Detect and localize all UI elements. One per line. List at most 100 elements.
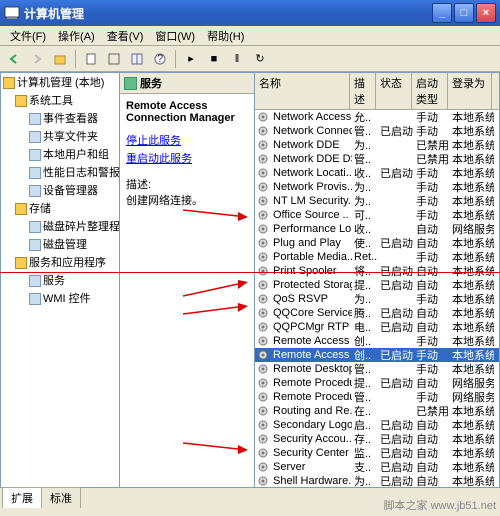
titlebar[interactable]: 计算机管理 _ □ × bbox=[0, 0, 500, 26]
service-row[interactable]: Security Center监..已启动自动本地系统 bbox=[255, 446, 499, 460]
cell-name: Network DDE bbox=[271, 139, 352, 151]
tree-item[interactable]: 磁盘管理 bbox=[1, 235, 119, 253]
menu-window[interactable]: 窗口(W) bbox=[149, 26, 201, 45]
service-row[interactable]: Remote Desktop..管..手动本地系统 bbox=[255, 362, 499, 376]
col-name[interactable]: 名称 bbox=[255, 73, 350, 109]
service-row[interactable]: Plug and Play使..已启动自动本地系统 bbox=[255, 236, 499, 250]
service-row[interactable]: Network DDE DSDM管..已禁用本地系统 bbox=[255, 152, 499, 166]
service-row[interactable]: Print Spooler将..已启动自动本地系统 bbox=[255, 264, 499, 278]
service-row[interactable]: Performance Lo..收..自动网络服务 bbox=[255, 222, 499, 236]
cell-status: 已启动 bbox=[378, 277, 414, 293]
cell-status: 已启动 bbox=[378, 123, 414, 139]
tree-group[interactable]: 系统工具 bbox=[1, 91, 119, 109]
menu-file[interactable]: 文件(F) bbox=[4, 26, 52, 45]
service-row[interactable]: Network Provis..为..手动本地系统 bbox=[255, 180, 499, 194]
cell-name: Remote Desktop.. bbox=[271, 363, 352, 375]
back-button[interactable] bbox=[4, 49, 24, 69]
tree-pane[interactable]: 计算机管理 (本地) 系统工具事件查看器共享文件夹本地用户和组性能日志和警报设备… bbox=[0, 72, 120, 488]
service-row[interactable]: Network Connec..管..已启动手动本地系统 bbox=[255, 124, 499, 138]
cell-name: Office Source .. bbox=[271, 209, 352, 221]
service-row[interactable]: Network Access..允..手动本地系统 bbox=[255, 110, 499, 124]
service-row[interactable]: NT LM Security..为..手动本地系统 bbox=[255, 194, 499, 208]
services-list[interactable]: 名称 描述 状态 启动类型 登录为 Network Access..允..手动本… bbox=[255, 72, 500, 488]
properties-button[interactable] bbox=[81, 49, 101, 69]
tree-item[interactable]: 服务 bbox=[1, 271, 119, 289]
item-icon bbox=[29, 221, 41, 233]
menu-view[interactable]: 查看(V) bbox=[101, 26, 150, 45]
service-row[interactable]: Security Accou..存..已启动自动本地系统 bbox=[255, 432, 499, 446]
service-row[interactable]: Protected Storage提..已启动自动本地系统 bbox=[255, 278, 499, 292]
detail-header-label: 服务 bbox=[140, 75, 162, 91]
export-button[interactable] bbox=[127, 49, 147, 69]
close-button[interactable]: × bbox=[476, 3, 496, 23]
cell-status: 已启动 bbox=[378, 375, 414, 391]
start-service-button[interactable]: ▸ bbox=[181, 49, 201, 69]
service-row[interactable]: Routing and Re..在..已禁用本地系统 bbox=[255, 404, 499, 418]
gear-icon bbox=[257, 461, 269, 473]
main-content: 计算机管理 (本地) 系统工具事件查看器共享文件夹本地用户和组性能日志和警报设备… bbox=[0, 72, 500, 488]
service-row[interactable]: Remote Access ..创..手动本地系统 bbox=[255, 334, 499, 348]
restart-service-button[interactable]: ↻ bbox=[250, 49, 270, 69]
stop-link[interactable]: 停止此服务 bbox=[126, 132, 248, 148]
restart-link[interactable]: 重启动此服务 bbox=[126, 150, 248, 166]
maximize-button[interactable]: □ bbox=[454, 3, 474, 23]
tree-item[interactable]: WMI 控件 bbox=[1, 289, 119, 307]
service-row[interactable]: Network DDE为..已禁用本地系统 bbox=[255, 138, 499, 152]
service-row[interactable]: Office Source ..可..手动本地系统 bbox=[255, 208, 499, 222]
service-row[interactable]: QQPCMgr RTP Se..电..已启动自动本地系统 bbox=[255, 320, 499, 334]
tree-group[interactable]: 服务和应用程序 bbox=[1, 253, 119, 271]
menubar: 文件(F) 操作(A) 查看(V) 窗口(W) 帮助(H) bbox=[0, 26, 500, 46]
menu-action[interactable]: 操作(A) bbox=[52, 26, 101, 45]
cell-name: Network Access.. bbox=[271, 111, 352, 123]
gear-icon bbox=[257, 223, 269, 235]
service-row[interactable]: Portable Media..Ret..手动本地系统 bbox=[255, 250, 499, 264]
service-row[interactable]: QoS RSVP为..手动本地系统 bbox=[255, 292, 499, 306]
cell-name: Routing and Re.. bbox=[271, 405, 352, 417]
item-icon bbox=[29, 239, 41, 251]
tab-standard[interactable]: 标准 bbox=[41, 487, 81, 508]
refresh-button[interactable] bbox=[104, 49, 124, 69]
up-button[interactable] bbox=[50, 49, 70, 69]
cell-name: Remote Procedu.. bbox=[271, 377, 352, 389]
service-row[interactable]: Network Locati..收..已启动手动本地系统 bbox=[255, 166, 499, 180]
service-row[interactable]: Remote Procedu..提..已启动自动网络服务 bbox=[255, 376, 499, 390]
col-startup[interactable]: 启动类型 bbox=[412, 73, 448, 109]
col-desc[interactable]: 描述 bbox=[350, 73, 376, 109]
cell-name: Portable Media.. bbox=[271, 251, 352, 263]
tree-item[interactable]: 设备管理器 bbox=[1, 181, 119, 199]
gear-icon bbox=[257, 475, 269, 487]
pause-service-button[interactable]: ‖ bbox=[227, 49, 247, 69]
gear-icon bbox=[257, 153, 269, 165]
tree-item[interactable]: 性能日志和警报 bbox=[1, 163, 119, 181]
gear-icon bbox=[257, 279, 269, 291]
stop-service-button[interactable]: ■ bbox=[204, 49, 224, 69]
col-logon[interactable]: 登录为 bbox=[448, 73, 492, 109]
tree-item[interactable]: 事件查看器 bbox=[1, 109, 119, 127]
tree-root[interactable]: 计算机管理 (本地) bbox=[1, 73, 119, 91]
tree-group[interactable]: 存储 bbox=[1, 199, 119, 217]
service-row[interactable]: Secondary Logon启..已启动自动本地系统 bbox=[255, 418, 499, 432]
cell-name: Plug and Play bbox=[271, 237, 352, 249]
tree-item[interactable]: 本地用户和组 bbox=[1, 145, 119, 163]
menu-help[interactable]: 帮助(H) bbox=[201, 26, 250, 45]
forward-button[interactable] bbox=[27, 49, 47, 69]
column-headers[interactable]: 名称 描述 状态 启动类型 登录为 bbox=[255, 73, 499, 110]
minimize-button[interactable]: _ bbox=[432, 3, 452, 23]
tab-extended[interactable]: 扩展 bbox=[2, 487, 42, 508]
tree-item[interactable]: 磁盘碎片整理程序 bbox=[1, 217, 119, 235]
help-button[interactable]: ? bbox=[150, 49, 170, 69]
gear-icon bbox=[257, 405, 269, 417]
service-row[interactable]: Server支..已启动自动本地系统 bbox=[255, 460, 499, 474]
service-row[interactable]: Remote Procedu..管..手动网络服务 bbox=[255, 390, 499, 404]
cell-startup: 自动 bbox=[414, 473, 450, 488]
tree-item[interactable]: 共享文件夹 bbox=[1, 127, 119, 145]
separator bbox=[75, 50, 76, 68]
cell-name: Network Provis.. bbox=[271, 181, 352, 193]
service-row[interactable]: Remote Access ..创..已启动手动本地系统 bbox=[255, 348, 499, 362]
service-row[interactable]: Shell Hardware..为..已启动自动本地系统 bbox=[255, 474, 499, 488]
gear-icon bbox=[257, 307, 269, 319]
cell-name: Protected Storage bbox=[271, 279, 352, 291]
col-status[interactable]: 状态 bbox=[376, 73, 412, 109]
cell-status: 已启动 bbox=[378, 347, 414, 363]
service-row[interactable]: QQCore Service腾..已启动自动本地系统 bbox=[255, 306, 499, 320]
